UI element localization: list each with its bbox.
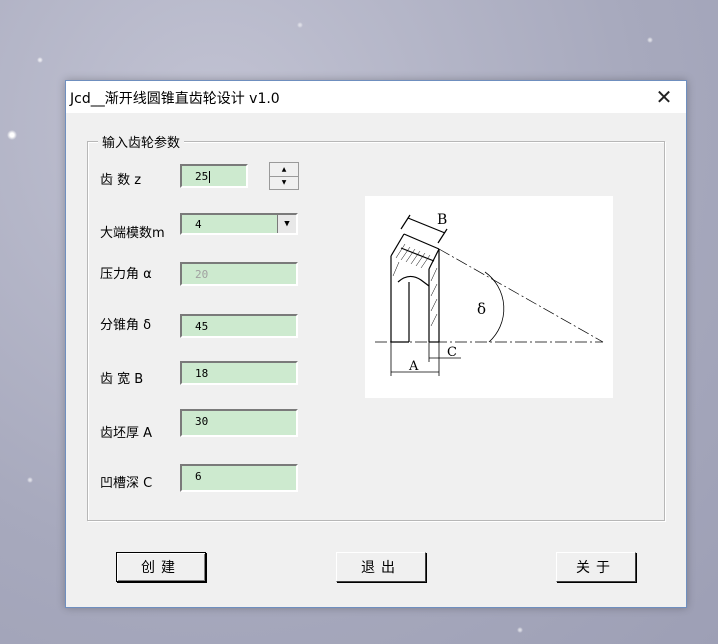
pressure-angle-value: 20 [195, 268, 209, 281]
about-button[interactable]: 关于 [556, 552, 636, 582]
teeth-value: 25 [195, 170, 209, 183]
arrow-down-icon: ▼ [281, 179, 287, 186]
module-value: 4 [195, 218, 202, 231]
hatching [392, 243, 438, 327]
exit-button-label: 退出 [361, 560, 401, 576]
create-button-label: 创建 [141, 560, 181, 576]
dropdown-button[interactable]: ▼ [277, 215, 296, 233]
cone-angle-value: 45 [195, 320, 209, 333]
window-title: Jcd__渐开线圆锥直齿轮设计 v1.0 [70, 91, 280, 107]
blank-thickness-label: 齿坯厚 A [100, 426, 153, 441]
face-width-input[interactable]: 18 [180, 361, 298, 385]
face-width-value: 18 [195, 367, 209, 380]
label-b: B [437, 212, 447, 228]
close-icon: ✕ [655, 85, 673, 109]
pressure-angle-label: 压力角 α [100, 267, 152, 282]
pressure-angle-input: 20 [180, 262, 298, 286]
create-button[interactable]: 创建 [116, 552, 206, 582]
title-bar: Jcd__渐开线圆锥直齿轮设计 v1.0 ✕ [66, 81, 686, 113]
label-a: A [408, 359, 419, 374]
teeth-label: 齿 数 z [100, 173, 142, 188]
groove-depth-input[interactable]: 6 [180, 464, 298, 492]
teeth-input[interactable]: 25 [180, 164, 248, 188]
blank-thickness-input[interactable]: 30 [180, 409, 298, 437]
about-button-label: 关于 [576, 560, 616, 576]
delta-arc [484, 271, 505, 343]
groove-depth-label: 凹槽深 C [100, 476, 153, 491]
gear-params-group: 输入齿轮参数 齿 数 z 25 ▲ ▼ 大端模数m 4 ▼ 压力角 α 20 分… [87, 132, 665, 521]
gear-profile [390, 214, 448, 343]
module-select[interactable]: 4 ▼ [180, 213, 298, 235]
bevel-gear-diagram: B δ A C [365, 196, 613, 398]
app-window: Jcd__渐开线圆锥直齿轮设计 v1.0 ✕ 输入齿轮参数 齿 数 z 25 ▲… [65, 80, 687, 608]
arrow-up-icon: ▲ [281, 166, 287, 173]
teeth-spinner[interactable]: ▲ ▼ [269, 162, 299, 190]
cone-angle-label: 分锥角 δ [100, 318, 152, 333]
module-label: 大端模数m [100, 226, 165, 241]
spin-down-button[interactable]: ▼ [270, 176, 298, 189]
blank-thickness-value: 30 [195, 415, 209, 428]
face-width-label: 齿 宽 B [100, 372, 144, 387]
groove-depth-value: 6 [195, 470, 202, 483]
group-legend: 输入齿轮参数 [98, 132, 185, 151]
spin-up-button[interactable]: ▲ [270, 163, 298, 177]
diagram-svg: B δ A C [375, 212, 604, 376]
chevron-down-icon: ▼ [284, 219, 290, 229]
cone-angle-input[interactable]: 45 [180, 314, 298, 338]
label-delta: δ [477, 300, 486, 318]
exit-button[interactable]: 退出 [336, 552, 426, 582]
label-c: C [447, 345, 457, 360]
close-button[interactable]: ✕ [642, 81, 686, 113]
